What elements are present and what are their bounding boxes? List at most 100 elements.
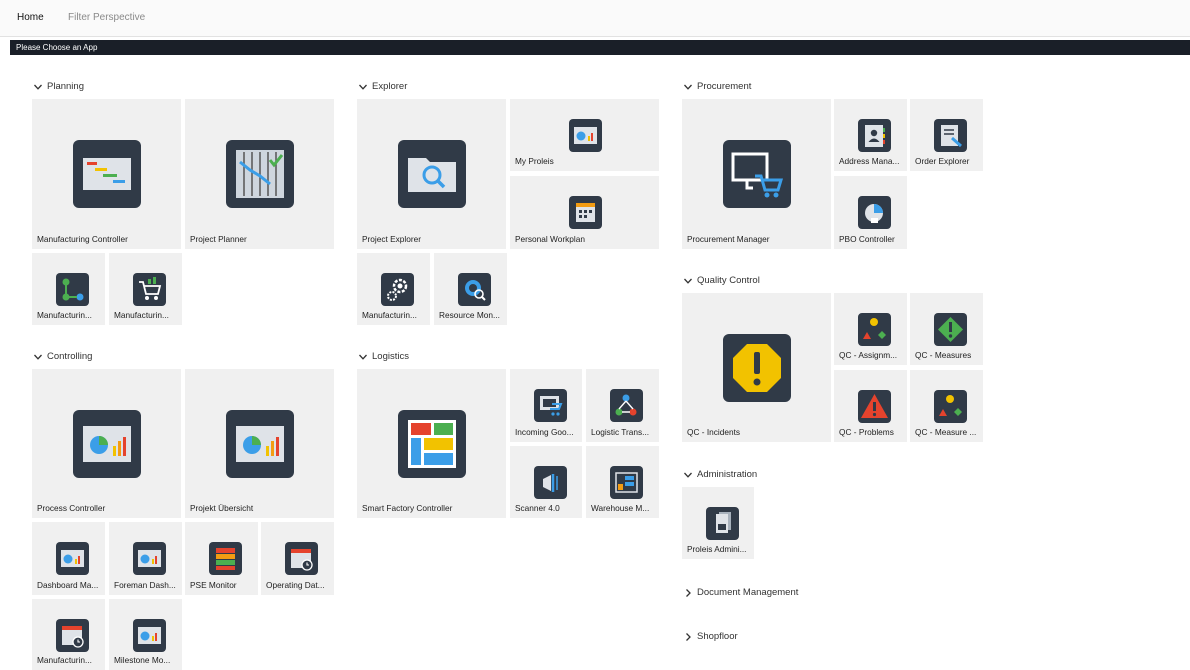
tile-personal-workplan[interactable]: Personal Workplan [510, 176, 659, 249]
tile-qc-incidents[interactable]: QC - Incidents [682, 293, 831, 442]
group-header-controlling[interactable]: Controlling [33, 351, 92, 362]
choose-app-banner: Please Choose an App [10, 40, 1190, 55]
qc-measure-icon [934, 390, 967, 423]
tile-label: PBO Controller [839, 234, 895, 244]
group-header-procurement[interactable]: Procurement [683, 81, 751, 92]
group-title-administration: Administration [697, 469, 758, 480]
tile-resource-monitor[interactable]: Resource Mon... [434, 253, 507, 325]
tile-qc-problems[interactable]: QC - Problems [834, 370, 907, 442]
tile-projekt-ubersicht[interactable]: Projekt Übersicht [185, 369, 334, 518]
tile-manufacturing-cart[interactable]: Manufacturin... [109, 253, 182, 325]
tile-label: Manufacturing Controller [37, 234, 128, 244]
group-header-quality-control[interactable]: Quality Control [683, 275, 760, 286]
tile-proleis-administration[interactable]: Proleis Admini... [682, 487, 754, 559]
tile-milestone-monitor[interactable]: Milestone Mo... [109, 599, 182, 670]
tile-address-management[interactable]: Address Mana... [834, 99, 907, 171]
tile-manufacturing-flow[interactable]: Manufacturin... [32, 253, 105, 325]
address-book-icon [858, 119, 891, 152]
tile-label: Proleis Admini... [687, 544, 747, 554]
tile-qc-measure-detail[interactable]: QC - Measure ... [910, 370, 983, 442]
dashboard-folder-icon [73, 410, 141, 478]
tile-operating-data[interactable]: Operating Dat... [261, 522, 334, 595]
folder-search-icon [398, 140, 466, 208]
group-header-planning[interactable]: Planning [33, 81, 84, 92]
list-icon [209, 542, 242, 575]
tile-label: QC - Assignm... [839, 350, 898, 360]
group-title-explorer: Explorer [372, 81, 408, 92]
group-title-planning: Planning [47, 81, 84, 92]
tile-project-explorer[interactable]: Project Explorer [357, 99, 506, 249]
incoming-goods-icon [534, 389, 567, 422]
tile-label: Process Controller [37, 503, 106, 513]
tile-incoming-goods[interactable]: Incoming Goo... [510, 369, 582, 442]
group-title-logistics: Logistics [372, 351, 409, 362]
tile-label: Address Mana... [839, 156, 900, 166]
chevron-down-icon [683, 276, 693, 286]
tile-order-explorer[interactable]: Order Explorer [910, 99, 983, 171]
tile-dashboard-manager[interactable]: Dashboard Ma... [32, 522, 105, 595]
tile-label: Incoming Goo... [515, 427, 574, 437]
tile-logistic-transport[interactable]: Logistic Trans... [586, 369, 659, 442]
order-document-icon [934, 119, 967, 152]
transport-network-icon [610, 389, 643, 422]
workflow-icon [56, 273, 89, 306]
group-title-document-management: Document Management [697, 587, 799, 598]
tile-label: Order Explorer [915, 156, 970, 166]
chevron-down-icon [358, 352, 368, 362]
monitor-cart-icon [723, 140, 791, 208]
group-header-explorer[interactable]: Explorer [358, 81, 407, 92]
tile-label: Project Planner [190, 234, 247, 244]
group-header-shopfloor[interactable]: Shopfloor [683, 631, 738, 642]
tile-label: Foreman Dash... [114, 580, 176, 590]
group-header-logistics[interactable]: Logistics [358, 351, 409, 362]
tile-label: Procurement Manager [687, 234, 770, 244]
tile-label: QC - Incidents [687, 427, 741, 437]
tile-scanner[interactable]: Scanner 4.0 [510, 446, 582, 518]
calendar-clock-icon [56, 619, 89, 652]
tile-manufacturing-controller[interactable]: Manufacturing Controller [32, 99, 181, 249]
tile-label: Warehouse M... [591, 503, 650, 513]
tile-manufacturing-settings[interactable]: Manufacturin... [357, 253, 430, 325]
tile-qc-measures[interactable]: QC - Measures [910, 293, 983, 365]
tile-label: Manufacturin... [114, 310, 169, 320]
tile-process-controller[interactable]: Process Controller [32, 369, 181, 518]
tile-warehouse-management[interactable]: Warehouse M... [586, 446, 659, 518]
scanner-icon [534, 466, 567, 499]
tile-manufacturing-calendar[interactable]: Manufacturin... [32, 599, 105, 670]
resource-search-icon [458, 273, 491, 306]
project-plan-icon [226, 140, 294, 208]
tile-label: Smart Factory Controller [362, 503, 453, 513]
tile-pse-monitor[interactable]: PSE Monitor [185, 522, 258, 595]
tile-pbo-controller[interactable]: PBO Controller [834, 176, 907, 249]
chevron-right-icon [683, 632, 693, 642]
tile-label: Milestone Mo... [114, 655, 171, 665]
group-title-controlling: Controlling [47, 351, 93, 362]
tile-label: Scanner 4.0 [515, 503, 560, 513]
tile-label: QC - Problems [839, 427, 894, 437]
filter-perspective-input[interactable]: Filter Perspective [68, 12, 145, 23]
group-header-administration[interactable]: Administration [683, 469, 757, 480]
calendar-clock-icon [285, 542, 318, 575]
tile-label: Resource Mon... [439, 310, 500, 320]
admin-document-icon [706, 507, 739, 540]
tile-procurement-manager[interactable]: Procurement Manager [682, 99, 831, 249]
tile-label: Manufacturin... [37, 655, 92, 665]
group-header-document-management[interactable]: Document Management [683, 587, 798, 598]
tile-label: Projekt Übersicht [190, 503, 254, 513]
tile-my-proleis[interactable]: My Proleis [510, 99, 659, 171]
group-title-procurement: Procurement [697, 81, 752, 92]
tile-label: Operating Dat... [266, 580, 325, 590]
tile-label: Manufacturin... [37, 310, 92, 320]
dashboard-folder-icon [226, 410, 294, 478]
tile-label: My Proleis [515, 156, 554, 166]
tile-label: Logistic Trans... [591, 427, 650, 437]
chevron-down-icon [683, 82, 693, 92]
tile-smart-factory-controller[interactable]: Smart Factory Controller [357, 369, 506, 518]
tile-project-planner[interactable]: Project Planner [185, 99, 334, 249]
tab-home[interactable]: Home [17, 12, 44, 23]
chevron-down-icon [683, 470, 693, 480]
tile-label: Personal Workplan [515, 234, 585, 244]
tile-qc-assignments[interactable]: QC - Assignm... [834, 293, 907, 365]
tile-foreman-dashboard[interactable]: Foreman Dash... [109, 522, 182, 595]
dashboard-folder-icon [133, 619, 166, 652]
